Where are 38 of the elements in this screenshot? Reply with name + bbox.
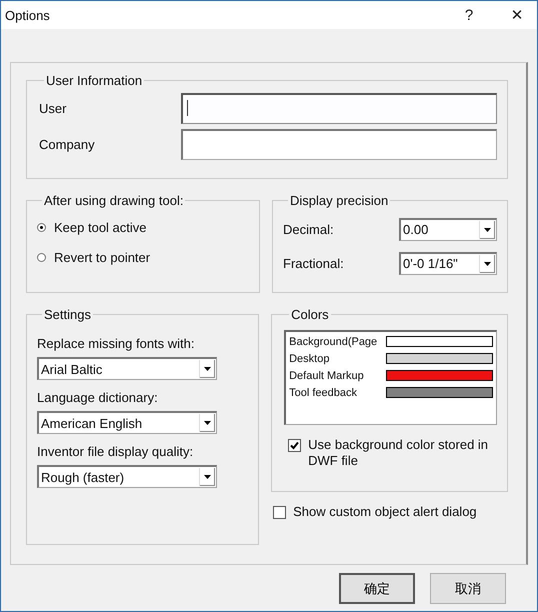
field-label: Replace missing fonts with: <box>37 336 196 351</box>
field-label: Language dictionary: <box>37 390 159 405</box>
color-swatch[interactable] <box>386 370 493 381</box>
checkbox[interactable] <box>288 439 302 452</box>
field-label: Inventor file display quality: <box>37 444 194 459</box>
window-title: Options <box>5 8 51 22</box>
checkbox-option[interactable]: Show custom object alert dialog <box>271 504 508 520</box>
radio-option[interactable]: Keep tool active <box>37 212 249 242</box>
color-swatch[interactable] <box>386 387 493 398</box>
input-field[interactable] <box>181 129 497 160</box>
dropdown[interactable]: Arial Baltic <box>37 357 217 380</box>
group-title: Colors <box>291 307 329 322</box>
color-label[interactable]: Background(Page <box>289 336 378 348</box>
radio-option[interactable]: Revert to pointer <box>37 242 249 272</box>
field-label: Fractional: <box>283 256 344 270</box>
field-label: User <box>39 101 68 116</box>
input-field[interactable] <box>181 93 497 124</box>
help-button[interactable]: ? <box>449 1 489 29</box>
ok-button[interactable]: 确定 <box>339 573 415 604</box>
color-label[interactable]: Default Markup <box>289 370 364 382</box>
cancel-button[interactable]: 取消 <box>430 573 506 604</box>
group-title: User Information <box>46 73 142 88</box>
checkbox[interactable] <box>273 506 286 519</box>
field-label: Company <box>39 137 96 152</box>
checkbox-option[interactable]: Use background color stored in DWF file <box>284 437 497 469</box>
dropdown[interactable]: American English <box>37 411 217 434</box>
color-label[interactable]: Desktop <box>289 352 330 364</box>
field-label: Decimal: <box>283 222 334 236</box>
group-title: Display precision <box>290 193 388 208</box>
close-button[interactable]: ✕ <box>497 1 537 29</box>
group-title: After using drawing tool: <box>44 193 184 208</box>
color-swatch[interactable] <box>386 353 493 364</box>
color-label[interactable]: Tool feedback <box>289 386 357 398</box>
dropdown[interactable]: 0.00 <box>399 218 497 240</box>
dropdown[interactable]: Rough (faster) <box>37 465 217 488</box>
group-title: Settings <box>44 307 91 322</box>
color-swatch[interactable] <box>386 336 493 347</box>
dropdown[interactable]: 0'-0 1/16" <box>399 252 497 274</box>
